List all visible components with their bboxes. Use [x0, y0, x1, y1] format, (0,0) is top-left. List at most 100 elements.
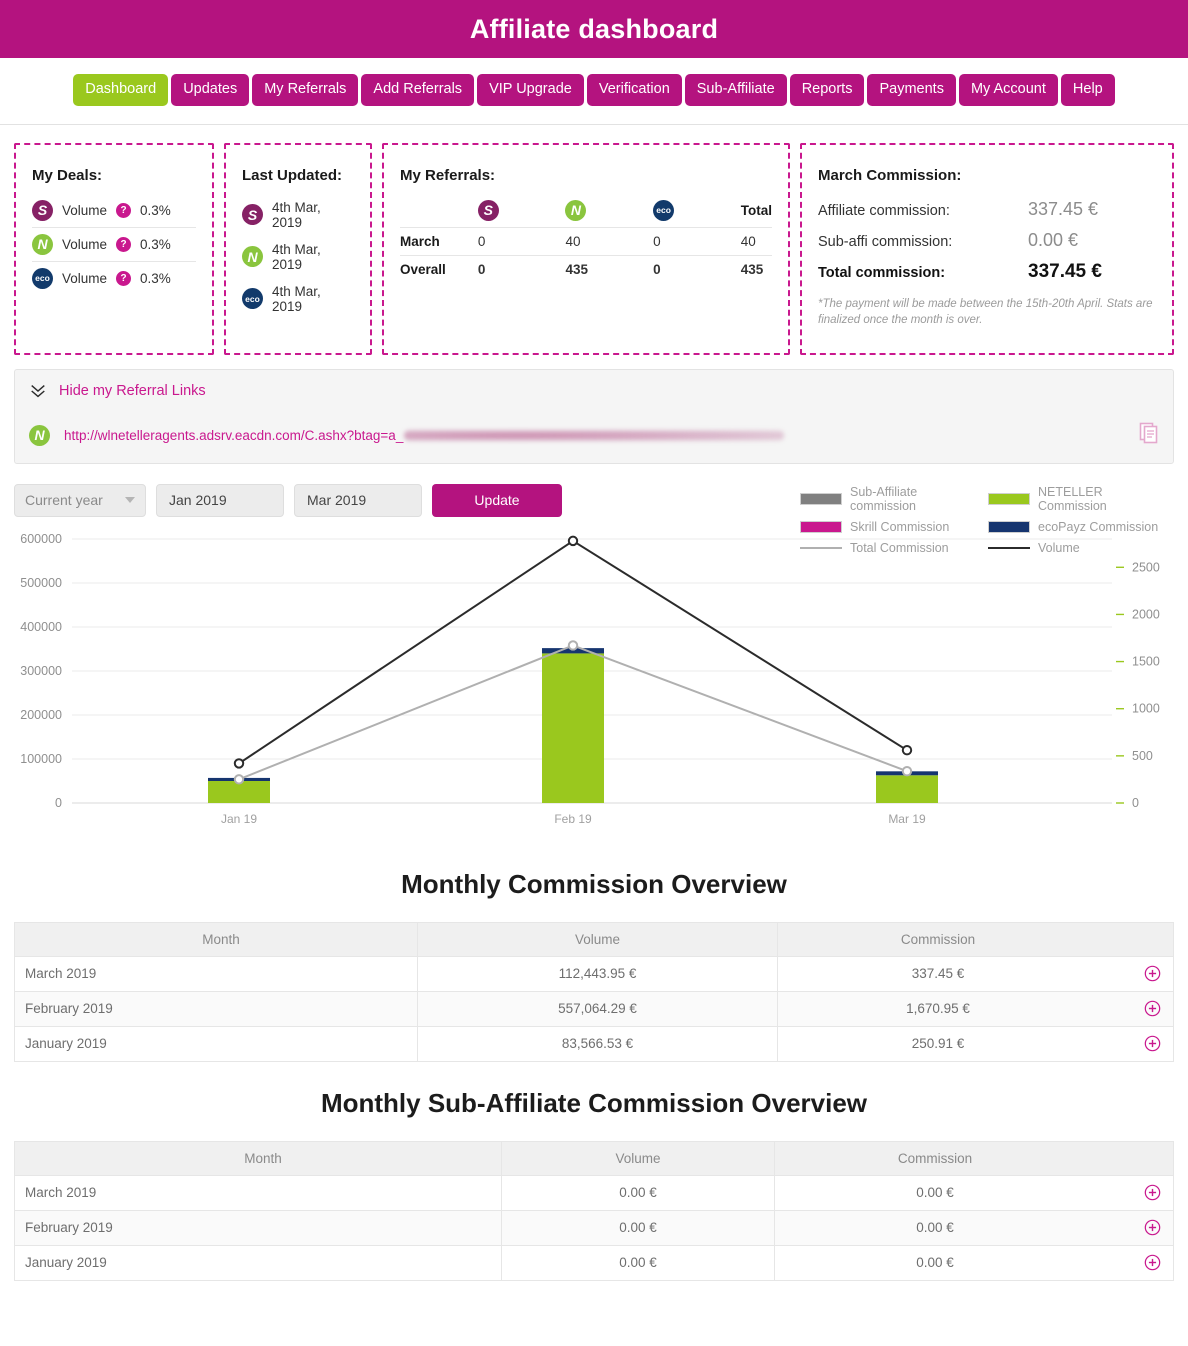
bar-neteller	[876, 774, 938, 803]
referrals-row: Overall 0 435 0 435	[400, 255, 772, 283]
affiliate-commission-value: 337.45 €	[1028, 198, 1099, 219]
referrals-col-total: Total	[740, 202, 772, 218]
data-point[interactable]	[567, 639, 579, 651]
plus-circle-icon	[1144, 1000, 1161, 1017]
expand-row-button[interactable]	[1144, 965, 1173, 982]
help-icon[interactable]: ?	[116, 236, 132, 252]
commission-chart: 0 100000 200000 300000 400000 500000 600000 0 50…	[20, 532, 1160, 826]
total-commission-line: Total commission: 337.45 €	[818, 256, 1156, 288]
commission-overview-heading: Monthly Commission Overview	[401, 868, 787, 899]
referrals-cell-ecopayz: 0	[653, 233, 661, 249]
hide-referral-links-toggle[interactable]: Hide my Referral Links	[29, 382, 1159, 400]
commission-chart-section: Sub-Affiliate commission NETELLER Commiss…	[0, 485, 1188, 843]
cell-commission: 337.45 €	[911, 966, 965, 981]
y2-axis-tick-label: 2500	[1132, 560, 1160, 574]
ecopayz-logo: eco	[653, 199, 675, 221]
cell-volume: 0.00 €	[502, 1245, 775, 1280]
nav-item-vip-upgrade[interactable]: VIP Upgrade	[477, 74, 584, 106]
my-referrals-title: My Referrals:	[400, 166, 496, 184]
subaffi-commission-label: Sub-affi commission:	[818, 233, 953, 250]
y2-axis-tick-label: 1000	[1132, 701, 1160, 715]
referrals-col-neteller: N	[565, 194, 653, 228]
data-point[interactable]	[233, 773, 245, 785]
referrals-corner-cell	[400, 194, 478, 228]
plus-circle-icon	[1144, 1254, 1161, 1271]
referral-link-url[interactable]: http://wlnetelleragents.adsrv.eacdn.com/…	[64, 428, 785, 443]
x-axis-tick-label: Feb 19	[554, 812, 592, 826]
card-last-updated: Last Updated: S 4th Mar, 2019 N 4th Mar, 20…	[224, 142, 372, 355]
legend-item[interactable]: Sub-Affiliate commission	[800, 485, 982, 513]
last-updated-row: S 4th Mar, 2019	[242, 194, 354, 236]
table-row: March 2019 112,443.95 € 337.45 €	[15, 956, 1173, 992]
nav-item-help[interactable]: Help	[1060, 74, 1115, 106]
expand-row-button[interactable]	[1144, 1254, 1173, 1271]
subaffi-commission-value: 0.00 €	[1028, 229, 1079, 250]
data-point[interactable]	[901, 744, 913, 755]
period-select[interactable]: Current year	[14, 483, 146, 517]
nav-item-dashboard[interactable]: Dashboard	[73, 74, 169, 106]
march-commission-title: March Commission:	[818, 166, 962, 184]
cell-commission: 250.91 €	[911, 1036, 965, 1051]
referrals-cell-skrill: 0	[477, 233, 486, 249]
referrals-col-skrill: S	[477, 194, 566, 228]
legend-item[interactable]: NETELLER Commission	[988, 485, 1170, 513]
nav-item-my-referrals[interactable]: My Referrals	[252, 74, 359, 106]
nav-item-sub-affiliate[interactable]: Sub-Affiliate	[684, 74, 787, 106]
data-point[interactable]	[233, 757, 245, 769]
referrals-cell-total: 435	[740, 261, 764, 277]
expand-row-button[interactable]	[1144, 1035, 1173, 1052]
nav-item-updates[interactable]: Updates	[171, 74, 250, 106]
data-point[interactable]	[567, 535, 579, 546]
deal-row: eco Volume? 0.3%	[32, 262, 196, 295]
neteller-logo: N	[29, 424, 50, 446]
legend-swatch	[988, 492, 1030, 505]
cell-volume: 0.00 €	[502, 1175, 775, 1210]
expand-row-button[interactable]	[1144, 1184, 1173, 1201]
plus-circle-icon	[1144, 965, 1161, 982]
expand-row-button[interactable]	[1144, 1219, 1173, 1236]
total-commission-value: 337.45 €	[1028, 260, 1102, 282]
cell-commission: 0.00 €	[916, 1255, 954, 1270]
main-navigation: Dashboard Updates My Referrals Add Referral…	[0, 58, 1188, 125]
card-march-commission: March Commission: Affiliate commission: …	[800, 142, 1174, 355]
plus-circle-icon	[1144, 1219, 1161, 1236]
page-header: Affiliate dashboard	[0, 0, 1188, 58]
y2-axis-tick-label: 0	[1132, 796, 1139, 810]
data-point[interactable]	[901, 765, 913, 776]
table-header-row: Month Volume Commission	[15, 922, 1173, 957]
referrals-cell-neteller: 435	[565, 261, 588, 277]
deal-row: N Volume? 0.3%	[32, 228, 196, 262]
cell-volume: 83,566.53 €	[418, 1026, 778, 1061]
affiliate-commission-label: Affiliate commission:	[818, 202, 950, 219]
help-icon[interactable]: ?	[116, 202, 132, 218]
skrill-logo: S	[32, 199, 53, 221]
nav-list: Dashboard Updates My Referrals Add Referral…	[73, 74, 1115, 106]
y-axis-tick-label: 200000	[20, 708, 62, 722]
cell-volume: 0.00 €	[502, 1210, 775, 1245]
total-commission-label: Total commission:	[818, 264, 946, 281]
column-header: Volume	[418, 922, 778, 956]
expand-row-button[interactable]	[1144, 1000, 1173, 1017]
y-axis-tick-label: 300000	[20, 664, 62, 678]
nav-item-verification[interactable]: Verification	[586, 74, 682, 106]
nav-item-my-account[interactable]: My Account	[958, 74, 1058, 106]
cell-month: January 2019	[15, 1245, 502, 1280]
referrals-col-ecopayz: eco	[653, 194, 741, 228]
hide-referral-links-label: Hide my Referral Links	[59, 382, 206, 399]
ecopayz-logo: eco	[242, 288, 263, 309]
last-updated-date: 4th Mar, 2019	[272, 241, 321, 272]
date-to-input[interactable]: Mar 2019	[294, 483, 422, 517]
nav-item-reports[interactable]: Reports	[789, 74, 865, 106]
nav-item-payments[interactable]: Payments	[867, 74, 956, 106]
deal-row: S Volume? 0.3%	[32, 194, 196, 228]
commission-overview-table: Month Volume Commission March 2019 112,443.9…	[14, 921, 1174, 1062]
nav-item-add-referrals[interactable]: Add Referrals	[361, 74, 475, 106]
date-from-input[interactable]: Jan 2019	[156, 483, 284, 517]
help-icon[interactable]: ?	[116, 270, 132, 286]
referrals-cell-neteller: 40	[565, 233, 581, 249]
update-button[interactable]: Update	[432, 483, 562, 517]
referral-link-row: N http://wlnetelleragents.adsrv.eacdn.co…	[29, 416, 1159, 449]
x-axis-tick-label: Jan 19	[221, 812, 257, 826]
neteller-logo: N	[242, 246, 263, 267]
copy-icon[interactable]	[1139, 422, 1159, 449]
